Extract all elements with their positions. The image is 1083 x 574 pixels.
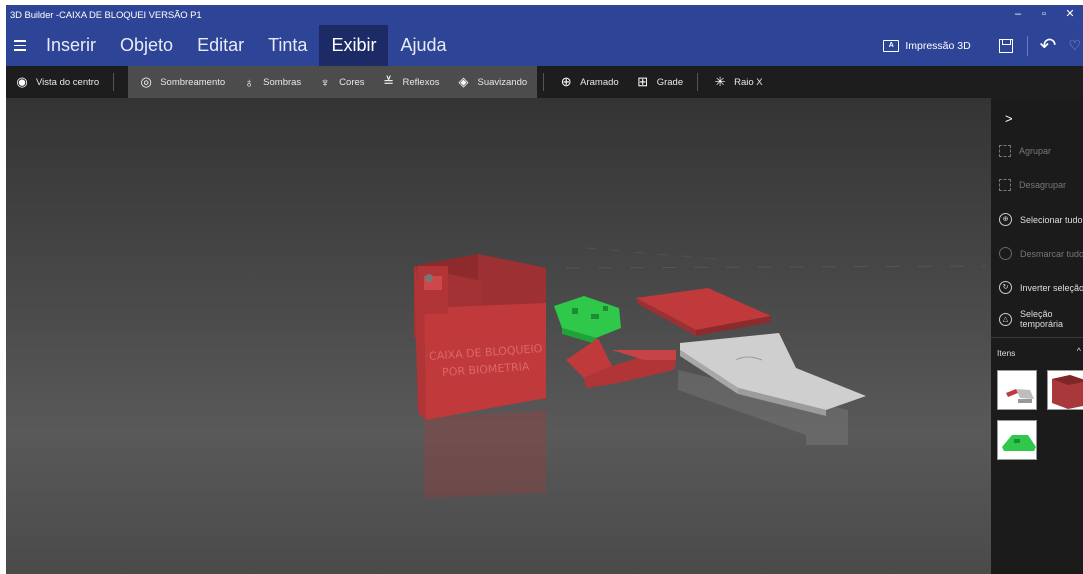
deselect-all-button[interactable]: Desmarcar tudo <box>999 247 1083 260</box>
shadows-toggle[interactable]: ♁ Sombras <box>233 66 309 98</box>
board-thumbnail-image <box>1002 435 1036 451</box>
group-button[interactable]: Agrupar <box>999 145 1051 157</box>
lightbulb-icon: ♁ <box>244 74 255 90</box>
app-window: 3D Builder -CAIXA DE BLOQUEI VERSÃO P1 –… <box>6 5 1083 574</box>
render-options-group: ◎ Sombreamento ♁ Sombras ♆ Cores ≚ Refle… <box>128 66 538 98</box>
temp-selection-line2: temporária <box>1020 319 1064 329</box>
menu-actions: A Impressão 3D ↶ ♡ <box>869 25 1083 66</box>
ungroup-label: Desagrupar <box>1019 180 1067 190</box>
group-label: Agrupar <box>1019 146 1052 156</box>
wireframe-label: Aramado <box>580 76 619 88</box>
xray-icon: ✳ <box>714 74 726 89</box>
menu-exibir[interactable]: Exibir <box>319 25 389 66</box>
green-board-model[interactable] <box>554 296 621 344</box>
items-collapse-icon[interactable]: ^ <box>1077 346 1081 356</box>
xray-toggle[interactable]: ✳ Raio X <box>704 66 771 98</box>
toolbar-divider <box>543 73 545 91</box>
temp-selection-icon: △ <box>999 312 1012 326</box>
colors-label: Cores <box>339 76 365 88</box>
menu-editar[interactable]: Editar <box>185 25 256 66</box>
menu-bar: Inserir Objeto Editar Tinta Exibir Ajuda… <box>6 25 1083 66</box>
colors-toggle[interactable]: ♆ Cores <box>309 66 372 98</box>
reflections-label: Reflexos <box>402 76 440 88</box>
print-3d-icon: A <box>883 39 900 52</box>
eye-icon: ◉ <box>16 74 28 89</box>
window-title: 3D Builder -CAIXA DE BLOQUEI VERSÃO P1 <box>10 9 202 21</box>
select-all-button[interactable]: ⊕ Selecionar tudo <box>999 213 1083 226</box>
menu-ajuda[interactable]: Ajuda <box>388 25 458 66</box>
center-view-label: Vista do centro <box>36 76 100 88</box>
minimize-button[interactable]: – <box>1005 5 1031 25</box>
temp-selection-text: Seleção temporária <box>1020 309 1063 329</box>
items-heading: Itens <box>997 348 1016 358</box>
hamburger-menu-icon[interactable] <box>6 40 34 51</box>
print-3d-button[interactable]: A Impressão 3D <box>869 39 984 52</box>
undo-icon[interactable]: ↶ <box>1028 33 1069 58</box>
menu-tinta[interactable]: Tinta <box>256 25 319 66</box>
item-thumbnail-parts[interactable] <box>997 370 1037 410</box>
shadows-label: Sombras <box>263 76 302 88</box>
title-bar: 3D Builder -CAIXA DE BLOQUEI VERSÃO P1 –… <box>6 5 1083 25</box>
deselect-all-icon <box>999 247 1012 260</box>
ungroup-button[interactable]: Desagrupar <box>999 179 1066 191</box>
globe-icon: ⊕ <box>560 74 572 89</box>
temp-selection-button[interactable]: △ Seleção temporária <box>999 309 1063 329</box>
grid-icon: ⊞ <box>637 74 649 89</box>
smoothing-icon: ◈ <box>458 74 469 89</box>
panel-divider <box>991 337 1083 338</box>
menu-objeto[interactable]: Objeto <box>108 25 185 66</box>
grid-label: Grade <box>656 76 684 88</box>
print-3d-label: Impressão 3D <box>905 39 971 52</box>
select-all-icon: ⊕ <box>999 213 1012 226</box>
window-controls: – ▫ ✕ <box>1005 5 1083 25</box>
item-thumbnail-box[interactable] <box>1047 370 1083 410</box>
ungroup-icon <box>999 179 1011 191</box>
view-toolbar: ◉ Vista do centro ◎ Sombreamento ♁ Sombr… <box>6 66 1083 98</box>
smoothing-toggle[interactable]: ◈ Suavizando <box>447 66 535 98</box>
grid-toggle[interactable]: ⊞ Grade <box>627 66 691 98</box>
collapse-panel-icon[interactable]: > <box>1005 111 1013 126</box>
shading-icon: ◎ <box>140 74 152 89</box>
paint-bucket-icon: ♆ <box>320 74 331 90</box>
deselect-all-label: Desmarcar tudo <box>1020 248 1083 259</box>
reflections-icon: ≚ <box>383 74 394 89</box>
invert-selection-button[interactable]: ↻ Inverter seleção <box>999 281 1083 294</box>
redo-icon[interactable]: ♡ <box>1068 37 1083 54</box>
maximize-button[interactable]: ▫ <box>1031 5 1057 25</box>
xray-label: Raio X <box>734 76 763 88</box>
select-all-label: Selecionar tudo <box>1020 214 1083 225</box>
red-wedge-model[interactable] <box>566 338 676 388</box>
item-thumbnail-board[interactable] <box>997 420 1037 460</box>
center-view-button[interactable]: ◉ Vista do centro <box>6 66 107 98</box>
reflections-toggle[interactable]: ≚ Reflexos <box>373 66 448 98</box>
temp-selection-line1: Seleção <box>1020 309 1053 319</box>
close-button[interactable]: ✕ <box>1057 5 1083 25</box>
group-icon <box>999 145 1011 157</box>
ground-line <box>585 247 727 261</box>
scene-canvas[interactable]: CAIXA DE BLOQUEIO POR BIOMETRIA <box>6 98 991 574</box>
shading-label: Sombreamento <box>160 76 226 88</box>
red-box-model[interactable]: CAIXA DE BLOQUEIO POR BIOMETRIA <box>414 254 546 420</box>
red-lid-model[interactable] <box>636 288 771 336</box>
invert-selection-label: Inverter seleção <box>1020 282 1083 293</box>
save-icon[interactable] <box>998 38 1013 53</box>
box-thumbnail-image <box>1052 375 1083 409</box>
shading-toggle[interactable]: ◎ Sombreamento <box>130 66 233 98</box>
ground-line <box>565 265 987 269</box>
3d-viewport[interactable]: CAIXA DE BLOQUEIO POR BIOMETRIA <box>6 98 991 574</box>
toolbar-divider <box>113 73 115 91</box>
invert-selection-icon: ↻ <box>999 281 1012 294</box>
parts-thumbnail-image <box>1006 389 1034 403</box>
wireframe-toggle[interactable]: ⊕ Aramado <box>550 66 627 98</box>
smoothing-label: Suavizando <box>477 76 528 88</box>
menu-inserir[interactable]: Inserir <box>34 25 108 66</box>
toolbar-divider <box>697 73 699 91</box>
right-panel: > Agrupar Desagrupar ⊕ Selecionar tudo D… <box>991 98 1083 574</box>
